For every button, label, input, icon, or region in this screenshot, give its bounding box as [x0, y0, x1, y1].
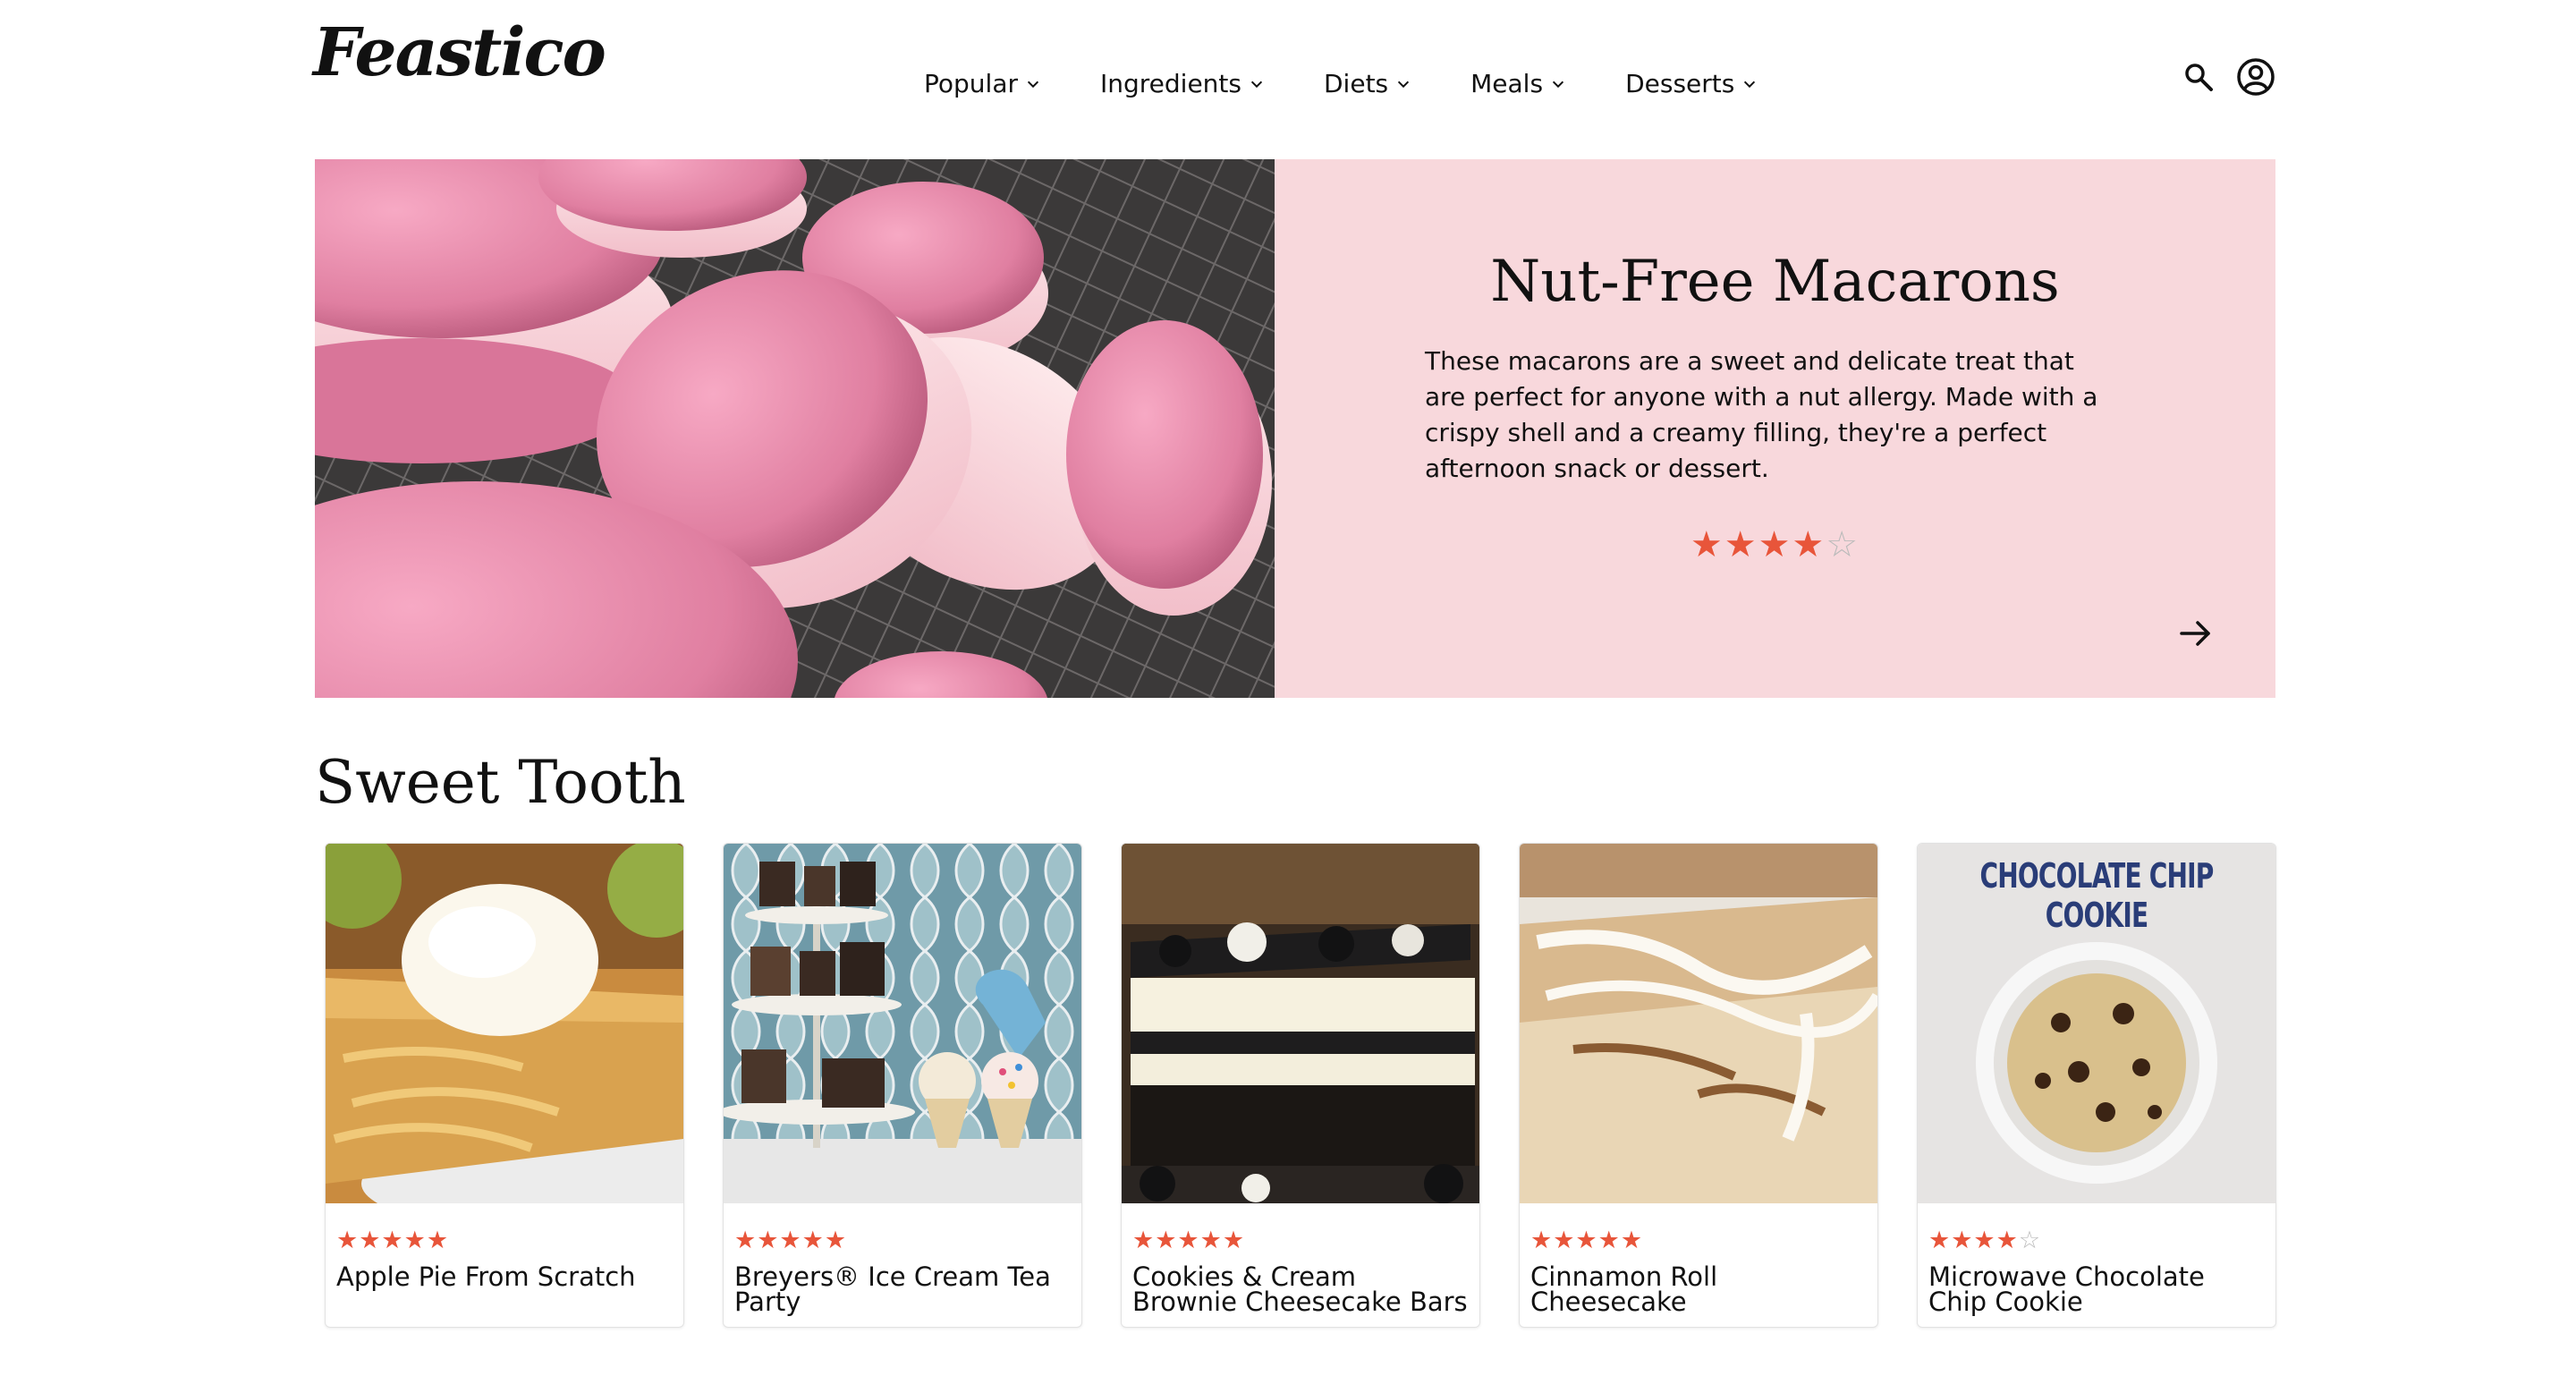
star-filled-icon: ★★★★★: [1530, 1227, 1644, 1254]
star-filled-icon: ★★★★★: [734, 1227, 848, 1254]
star-filled-icon: ★★★★★: [336, 1227, 450, 1254]
page: Feastico Popular Ingredients Diets Meals…: [0, 0, 2576, 1376]
nav-item-popular[interactable]: Popular: [924, 72, 1041, 97]
apple-pie-photo: [326, 844, 683, 1203]
cinnamon-roll-cheesecake-photo: [1520, 844, 1877, 1203]
star-filled-icon: ★: [1758, 524, 1792, 565]
nav-item-label: Diets: [1324, 69, 1389, 98]
ice-cream-tea-party-photo: [724, 844, 1081, 1203]
recipe-title: Cinnamon Roll Cheesecake: [1530, 1261, 1718, 1317]
recipe-card[interactable]: ★★★★★ Cookies & Cream Brownie Cheesecake…: [1121, 843, 1480, 1328]
star-empty-icon: ☆: [2018, 1227, 2042, 1254]
star-filled-icon: ★★★★★: [1132, 1227, 1246, 1254]
account-circle-icon[interactable]: [2236, 57, 2275, 97]
nav-item-ingredients[interactable]: Ingredients: [1100, 72, 1265, 97]
nav-item-desserts[interactable]: Desserts: [1625, 72, 1758, 97]
recipe-card-list: ★★★★★ Apple Pie From Scratch ★★★★★ Breye…: [325, 843, 2315, 1328]
arrow-right-icon[interactable]: [2178, 616, 2214, 651]
search-icon[interactable]: [2182, 61, 2215, 93]
star-filled-icon: ★: [1792, 524, 1826, 565]
featured-recipe-rating: ★★★★☆: [1275, 524, 2275, 565]
recipe-title: Microwave Chocolate Chip Cookie: [1928, 1261, 2205, 1317]
featured-recipe-panel: Nut-Free Macarons These macarons are a s…: [1275, 159, 2275, 698]
macarons-illustration: [315, 159, 1275, 698]
main-nav: Popular Ingredients Diets Meals Desserts: [924, 72, 1817, 97]
chevron-down-icon: [1744, 81, 1756, 89]
section-title: Sweet Tooth: [315, 748, 686, 817]
chevron-down-icon: [1398, 81, 1410, 89]
chevron-down-icon: [1552, 81, 1564, 89]
nav-item-label: Desserts: [1625, 69, 1735, 98]
recipe-title: Cookies & Cream Brownie Cheesecake Bars: [1132, 1261, 1468, 1317]
star-filled-icon: ★: [1690, 524, 1724, 565]
recipe-card[interactable]: CHOCOLATE CHIP COOKIE ★★★★☆ Microwave Ch…: [1917, 843, 2276, 1328]
nav-item-label: Popular: [924, 69, 1018, 98]
recipe-card[interactable]: ★★★★★ Cinnamon Roll Cheesecake: [1519, 843, 1878, 1328]
feastico-logo[interactable]: Feastico: [313, 20, 606, 86]
star-filled-icon: ★★★★: [1928, 1227, 2019, 1254]
recipe-rating: ★★★★★: [1132, 1228, 1245, 1253]
nav-item-label: Ingredients: [1100, 69, 1241, 98]
recipe-rating: ★★★★★: [1530, 1228, 1643, 1253]
recipe-rating: ★★★★☆: [1928, 1228, 2041, 1253]
featured-recipe-description: These macarons are a sweet and delicate …: [1425, 346, 2098, 483]
recipe-rating: ★★★★★: [336, 1228, 449, 1253]
recipe-title: Breyers® Ice Cream Tea Party: [734, 1261, 1051, 1317]
nav-item-diets[interactable]: Diets: [1324, 72, 1411, 97]
star-empty-icon: ☆: [1826, 524, 1860, 565]
chevron-down-icon: [1027, 81, 1039, 89]
recipe-card[interactable]: ★★★★★ Breyers® Ice Cream Tea Party: [723, 843, 1082, 1328]
featured-recipe[interactable]: Nut-Free Macarons These macarons are a s…: [315, 159, 2275, 698]
brownie-cheesecake-bars-photo: [1122, 844, 1479, 1203]
chocolate-chip-cookie-photo: CHOCOLATE CHIP COOKIE: [1918, 844, 2275, 1203]
macarons-photo: [315, 159, 1275, 698]
recipe-rating: ★★★★★: [734, 1228, 847, 1253]
recipe-title: Apple Pie From Scratch: [336, 1261, 636, 1292]
chevron-down-icon: [1250, 81, 1263, 89]
featured-recipe-title[interactable]: Nut-Free Macarons: [1275, 249, 2275, 315]
recipe-card[interactable]: ★★★★★ Apple Pie From Scratch: [325, 843, 684, 1328]
star-filled-icon: ★: [1724, 524, 1758, 565]
nav-item-label: Meals: [1470, 69, 1544, 98]
nav-item-meals[interactable]: Meals: [1470, 72, 1566, 97]
